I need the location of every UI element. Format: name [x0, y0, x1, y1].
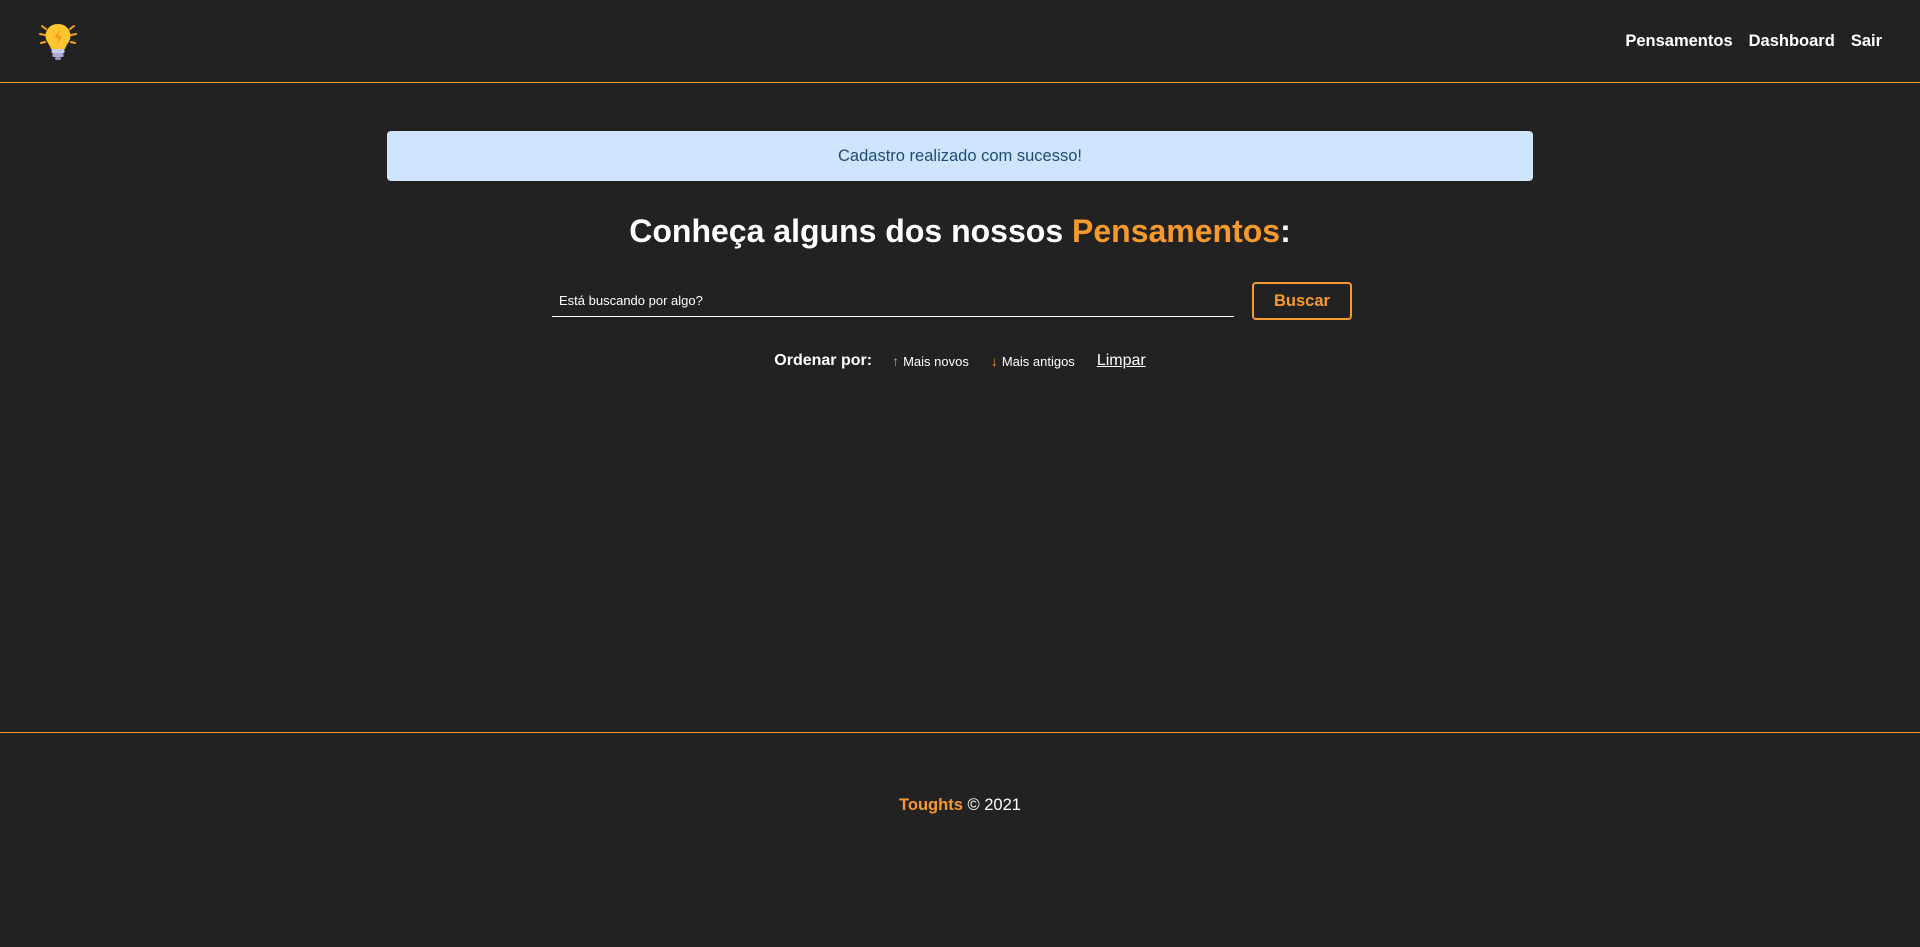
arrow-up-icon: ↑: [892, 353, 900, 369]
page-title-highlight: Pensamentos: [1072, 213, 1281, 249]
page-title-prefix: Conheça alguns dos nossos: [629, 213, 1072, 249]
page-title-suffix: :: [1280, 213, 1291, 249]
order-oldest-label: Mais antigos: [1001, 353, 1075, 369]
navbar: Pensamentos Dashboard Sair: [0, 0, 1920, 83]
logo-link[interactable]: [36, 19, 80, 63]
arrow-down-icon: ↓: [990, 353, 998, 369]
nav-link-dashboard[interactable]: Dashboard: [1749, 32, 1835, 51]
clear-order-link[interactable]: Limpar: [1097, 352, 1146, 370]
light-bulb-icon: [39, 24, 77, 60]
footer-copyright: © 2021: [962, 796, 1021, 814]
footer: Toughts © 2021: [0, 796, 1920, 815]
order-bar: Ordenar por: ↑ Mais novos ↓ Mais antigos…: [0, 350, 1920, 372]
nav-links: Pensamentos Dashboard Sair: [1625, 32, 1882, 51]
search-input[interactable]: [552, 284, 1234, 317]
success-message: Cadastro realizado com sucesso!: [387, 131, 1533, 181]
order-newest-link[interactable]: ↑ Mais novos: [892, 353, 969, 369]
footer-divider: [0, 732, 1920, 733]
nav-link-sair[interactable]: Sair: [1851, 32, 1882, 51]
order-newest-label: Mais novos: [903, 353, 969, 369]
nav-link-pensamentos[interactable]: Pensamentos: [1625, 32, 1732, 51]
search-button[interactable]: Buscar: [1252, 282, 1352, 320]
page-title: Conheça alguns dos nossos Pensamentos:: [0, 211, 1920, 251]
footer-brand: Toughts: [899, 796, 963, 814]
order-oldest-link[interactable]: ↓ Mais antigos: [991, 353, 1075, 369]
order-label: Ordenar por:: [774, 352, 873, 369]
